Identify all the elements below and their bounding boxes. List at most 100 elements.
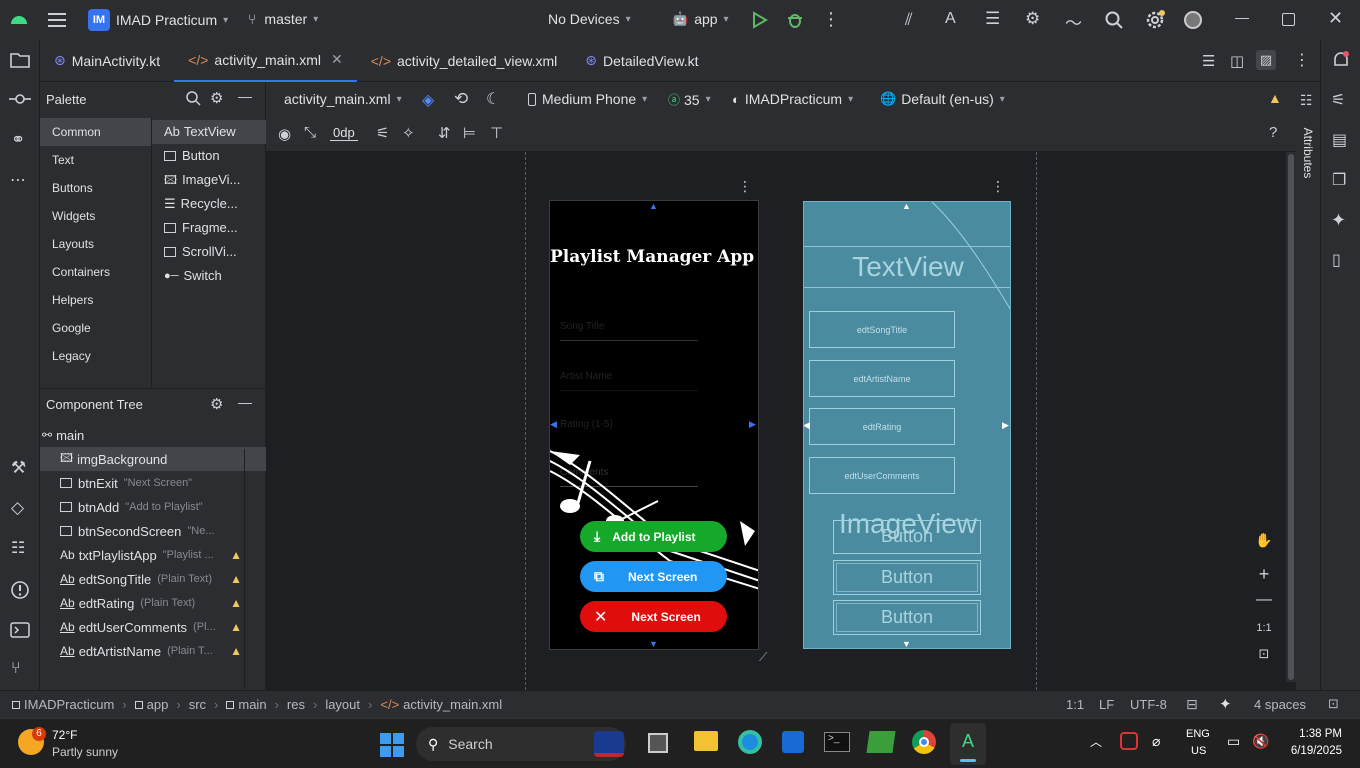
blueprint-textview[interactable]: TextView	[804, 246, 1010, 288]
device-manager-icon[interactable]: ⫽	[905, 10, 913, 30]
tabs-more-icon[interactable]: ⋮	[1294, 50, 1310, 70]
orientation-icon[interactable]: ⟲	[454, 89, 468, 109]
blueprint-field[interactable]: edtUserComments	[809, 457, 955, 494]
user-avatar[interactable]	[1184, 11, 1202, 29]
notifications-icon[interactable]	[1331, 50, 1351, 70]
indent-setting[interactable]: 4 spaces	[1254, 697, 1306, 712]
commit-icon[interactable]	[9, 94, 31, 104]
terminal-icon[interactable]	[10, 622, 30, 638]
terminal-app-icon[interactable]: >_	[824, 732, 850, 752]
file-encoding[interactable]: UTF-8	[1130, 697, 1167, 712]
vertical-scrollbar[interactable]	[1286, 152, 1296, 682]
structure-icon[interactable]: ⚭	[11, 130, 25, 150]
weather-temp[interactable]: 72°F	[52, 728, 77, 742]
bluestacks-icon[interactable]	[866, 731, 896, 753]
warning-icon[interactable]: ▲	[230, 644, 242, 658]
zoom-out-icon[interactable]: —	[1252, 588, 1276, 612]
tab-activity-main[interactable]: </> activity_main.xml ✕	[174, 40, 357, 82]
device-preview-selector[interactable]: Medium Phone ▾	[528, 91, 647, 107]
main-menu-icon[interactable]	[48, 11, 68, 29]
edge-icon[interactable]	[738, 730, 762, 754]
settings-icon[interactable]	[1145, 10, 1165, 30]
search-icon[interactable]	[1105, 11, 1123, 29]
warning-icon[interactable]: ▲	[230, 620, 242, 634]
blueprint-preview[interactable]: TextView edtSongTitle edtArtistName edtR…	[803, 201, 1011, 649]
blueprint-field[interactable]: edtArtistName	[809, 360, 955, 397]
constraint-handle-right[interactable]: ▶	[749, 419, 756, 430]
more-vertical-icon[interactable]: ⋮	[822, 9, 840, 30]
palette-item-fragment[interactable]: Fragme...	[152, 216, 266, 240]
constraint-handle-right[interactable]: ▶	[1002, 420, 1009, 431]
clear-constraints-icon[interactable]: ⚟	[376, 124, 389, 142]
txt-playlist-app[interactable]: Playlist Manager App	[550, 247, 758, 267]
autoconnect-icon[interactable]: ⤡	[304, 124, 316, 141]
blueprint-button[interactable]: Button	[833, 600, 981, 635]
pack-icon[interactable]: ⇵	[438, 124, 451, 142]
breadcrumb-item[interactable]: main	[238, 697, 266, 712]
palette-category[interactable]: Google	[40, 314, 151, 342]
hide-panel-icon[interactable]: —	[238, 394, 252, 410]
tree-row[interactable]: btnSecondScreen "Ne...	[40, 519, 266, 543]
zoom-in-icon[interactable]: +	[1252, 562, 1276, 586]
blueprint-field[interactable]: edtRating	[809, 408, 955, 445]
store-icon[interactable]	[782, 731, 804, 753]
zoom-to-fit-icon[interactable]: ⊡	[1252, 642, 1276, 666]
device-selector[interactable]: No Devices ▾	[548, 11, 631, 27]
zoom-actual-size[interactable]: 1:1	[1252, 616, 1276, 640]
gradle-icon[interactable]: ◇	[11, 498, 24, 518]
tab-mainactivity[interactable]: ⊛ MainActivity.kt	[40, 40, 174, 82]
logcat-tool-icon[interactable]: ☷	[11, 538, 25, 558]
project-selector[interactable]: IM IMAD Practicum ▾	[88, 9, 228, 31]
android-studio-taskbar-item[interactable]: A	[950, 723, 986, 765]
palette-category[interactable]: Common	[40, 118, 151, 146]
design-preview[interactable]: Playlist Manager App Song Title Artist N…	[549, 200, 759, 650]
palette-category[interactable]: Legacy	[40, 342, 151, 370]
version-control-icon[interactable]: ⑂	[11, 660, 21, 678]
gemini-icon[interactable]: ✦	[1331, 210, 1346, 231]
constraint-handle-top[interactable]: ▲	[902, 202, 911, 211]
line-separator[interactable]: LF	[1099, 697, 1114, 712]
ai-assistant-icon[interactable]: ✦	[1219, 695, 1232, 713]
palette-item-button[interactable]: Button	[152, 144, 266, 168]
logcat-icon[interactable]: ☰	[985, 9, 1000, 29]
language-primary[interactable]: ENG	[1186, 728, 1210, 740]
pan-icon[interactable]: ✋	[1252, 528, 1276, 552]
btn-exit[interactable]: ✕ Next Screen	[580, 601, 727, 632]
profiler-icon[interactable]: 〜	[1065, 9, 1082, 34]
btn-second-screen[interactable]: ⧉ Next Screen	[580, 561, 727, 592]
palette-category[interactable]: Widgets	[40, 202, 151, 230]
palette-category[interactable]: Containers	[40, 258, 151, 286]
display-icon[interactable]: ▭	[1227, 733, 1240, 750]
maximize-window-icon[interactable]	[1282, 13, 1295, 26]
clock-date[interactable]: 6/19/2025	[1276, 745, 1342, 757]
project-folder-icon[interactable]	[10, 52, 30, 68]
run-config-selector[interactable]: 🤖 app ▾	[672, 11, 729, 27]
warning-icon[interactable]: ▲	[230, 572, 242, 586]
problems-icon[interactable]	[10, 580, 30, 600]
tree-row[interactable]: Ab edtRating (Plain Text) ▲	[40, 591, 266, 615]
split-view-icon[interactable]: ◫	[1230, 52, 1244, 70]
breadcrumb-item[interactable]: IMADPracticum	[24, 697, 114, 712]
memory-indicator-icon[interactable]: ⊟	[1186, 696, 1198, 713]
gear-icon[interactable]: ⚙	[210, 89, 223, 107]
palette-category[interactable]: Helpers	[40, 286, 151, 314]
eye-icon[interactable]: ◉	[278, 125, 291, 143]
hide-panel-icon[interactable]: —	[238, 88, 252, 104]
warning-icon[interactable]: ▲	[230, 596, 242, 610]
palette-item-scrollview[interactable]: ScrollVi...	[152, 240, 266, 264]
palette-category[interactable]: Buttons	[40, 174, 151, 202]
close-window-icon[interactable]: ✕	[1328, 8, 1343, 29]
sdk-manager-icon[interactable]: ⚙	[1025, 9, 1040, 29]
night-mode-icon[interactable]: ☾	[486, 89, 500, 109]
device-explorer-icon[interactable]: ▤	[1332, 130, 1347, 150]
tree-row-root[interactable]: ⚯ main	[40, 423, 266, 447]
design-view-icon[interactable]: ▨	[1256, 50, 1276, 70]
btn-add-to-playlist[interactable]: ⤓ Add to Playlist	[580, 521, 727, 552]
close-tab-icon[interactable]: ✕	[331, 51, 343, 68]
breadcrumb-item[interactable]: res	[287, 697, 305, 712]
breadcrumb-item[interactable]: activity_main.xml	[403, 697, 502, 712]
breadcrumb-item[interactable]: src	[189, 697, 206, 712]
attributes-icon[interactable]: ☷	[1300, 92, 1313, 109]
edt-song-title[interactable]: Song Title	[560, 321, 698, 341]
build-icon[interactable]: ⚒	[11, 458, 26, 478]
